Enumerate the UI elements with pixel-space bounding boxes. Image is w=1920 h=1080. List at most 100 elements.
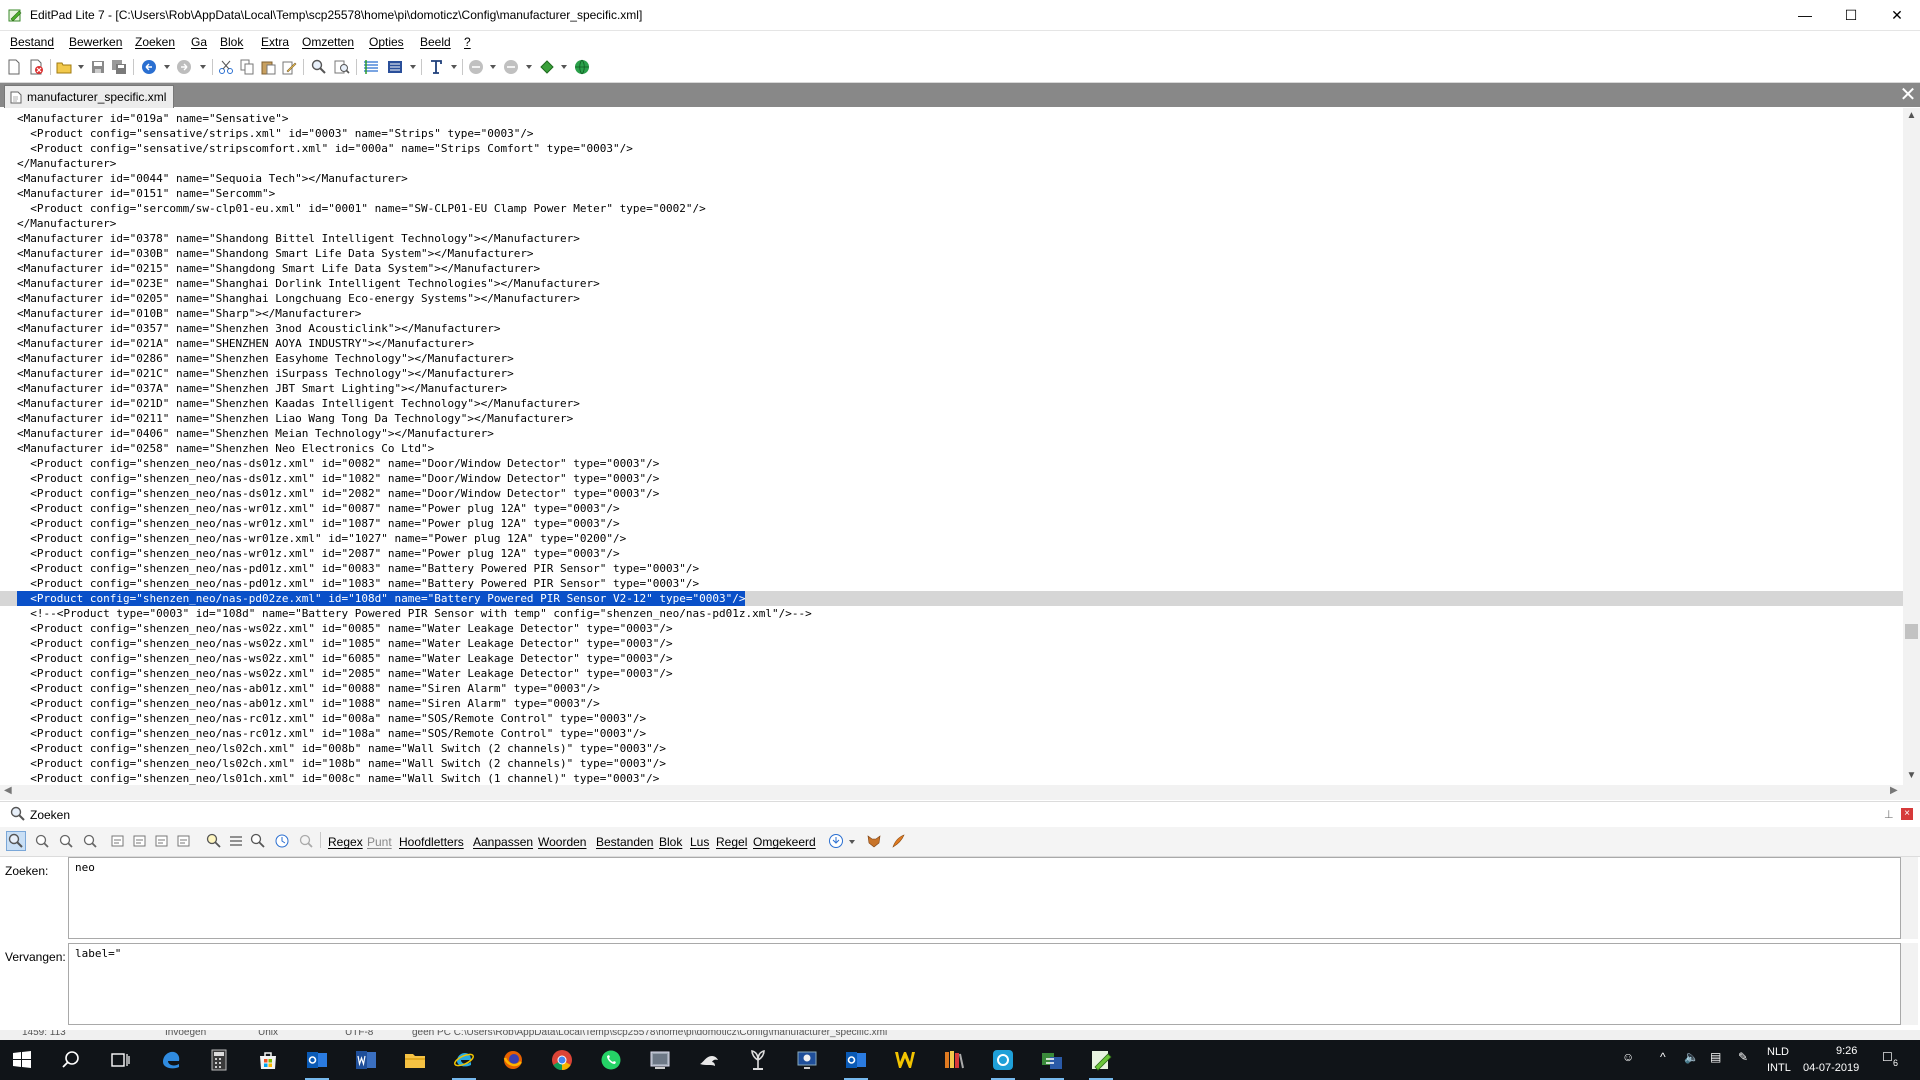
scroll-right-arrow-icon[interactable]: ▶ — [1890, 785, 1898, 796]
replace-input[interactable]: label=" — [68, 943, 1901, 1025]
status-line-endings[interactable]: Unix — [258, 1030, 278, 1038]
plant-app-icon[interactable] — [744, 1046, 772, 1074]
code-line[interactable]: <Manufacturer id="0357" name="Shenzhen 3… — [0, 321, 1903, 336]
code-line[interactable]: </Manufacturer> — [0, 216, 1903, 231]
next-file-icon[interactable] — [502, 58, 520, 76]
clock-time[interactable]: 9:26 — [1836, 1045, 1857, 1057]
code-line[interactable]: <Manufacturer id="010B" name="Sharp"></M… — [0, 306, 1903, 321]
editor-vertical-scrollbar[interactable] — [1903, 108, 1920, 785]
menu-bestand[interactable]: Bestand — [10, 35, 54, 49]
font-icon[interactable] — [427, 58, 445, 76]
quickassist-icon[interactable] — [989, 1046, 1017, 1080]
option-lus[interactable]: Lus — [690, 835, 709, 849]
scroll-down-arrow-icon[interactable]: ▼ — [1903, 770, 1920, 784]
vertical-scroll-thumb[interactable] — [1905, 624, 1918, 639]
network-drive-icon[interactable] — [646, 1046, 674, 1074]
menu-omzetten[interactable]: Omzetten — [302, 35, 354, 49]
next-file-dropdown-icon[interactable] — [526, 65, 532, 69]
code-line[interactable]: <Product config="sensative/strips.xml" i… — [0, 126, 1903, 141]
code-line[interactable]: <Manufacturer id="0211" name="Shenzhen L… — [0, 411, 1903, 426]
clipboard-icon[interactable] — [538, 58, 556, 76]
outlook-second-icon[interactable] — [842, 1046, 870, 1080]
task-view-icon[interactable] — [106, 1046, 134, 1074]
close-file-icon[interactable] — [27, 58, 45, 76]
dragon-app-icon[interactable] — [695, 1046, 723, 1074]
status-encoding[interactable]: UTF-8 — [345, 1030, 373, 1038]
search-history-icon[interactable] — [272, 831, 292, 851]
pin-panel-icon[interactable]: ⊥ — [1884, 808, 1894, 821]
clock-date[interactable]: 04-07-2019 — [1803, 1062, 1859, 1074]
option-aanpassen[interactable]: Aanpassen — [473, 835, 533, 849]
new-file-icon[interactable] — [5, 58, 23, 76]
scroll-up-arrow-icon[interactable]: ▲ — [1903, 110, 1920, 124]
close-window-button[interactable]: ✕ — [1874, 0, 1920, 30]
chrome-icon[interactable] — [548, 1046, 576, 1074]
clear-search-icon[interactable] — [296, 831, 316, 851]
replace-next-icon[interactable] — [130, 831, 150, 851]
previous-file-icon[interactable] — [467, 58, 485, 76]
code-line[interactable]: <Manufacturer id="0258" name="Shenzhen N… — [0, 441, 1903, 456]
menu-help[interactable]: ? — [464, 35, 471, 49]
minimize-button[interactable]: — — [1782, 0, 1828, 30]
web-globe-icon[interactable] — [573, 58, 591, 76]
code-line[interactable]: <Manufacturer id="0406" name="Shenzhen M… — [0, 426, 1903, 441]
code-line[interactable]: <Product config="shenzen_neo/nas-wr01z.x… — [0, 516, 1903, 531]
editor-horizontal-scrollbar[interactable] — [0, 785, 1920, 800]
code-line[interactable]: <Manufacturer id="0151" name="Sercomm"> — [0, 186, 1903, 201]
calculator-icon[interactable] — [205, 1046, 233, 1074]
feather-icon[interactable] — [888, 831, 908, 851]
code-line[interactable]: <Manufacturer id="021D" name="Shenzhen K… — [0, 396, 1903, 411]
close-tab-button[interactable]: ✕ — [1898, 84, 1918, 106]
replace-all-icon[interactable] — [174, 831, 194, 851]
insert-file-icon[interactable] — [362, 58, 380, 76]
editpad-taskbar-icon[interactable] — [1087, 1046, 1115, 1080]
replace-icon[interactable] — [108, 831, 128, 851]
code-line[interactable]: <Manufacturer id="030B" name="Shandong S… — [0, 246, 1903, 261]
edit-pencil-icon[interactable] — [280, 58, 298, 76]
find-input-scrollbar[interactable] — [1901, 857, 1918, 939]
option-punt[interactable]: Punt — [367, 835, 392, 849]
volume-icon[interactable]: 🔈 — [1684, 1050, 1699, 1064]
pen-icon[interactable]: ✎ — [1738, 1050, 1748, 1064]
code-line[interactable]: <Product config="shenzen_neo/nas-ws02z.x… — [0, 666, 1903, 681]
code-line[interactable]: <Manufacturer id="023E" name="Shanghai D… — [0, 276, 1903, 291]
outlook-icon[interactable] — [303, 1046, 331, 1080]
find-previous-icon[interactable] — [80, 831, 100, 851]
search-scope-dropdown-icon[interactable] — [849, 840, 855, 844]
word-icon[interactable] — [352, 1046, 380, 1074]
find-first-icon[interactable] — [32, 831, 52, 851]
code-line[interactable]: <Product config="shenzen_neo/ls02ch.xml"… — [0, 756, 1903, 771]
previous-file-dropdown-icon[interactable] — [490, 65, 496, 69]
fold-lines-icon[interactable] — [226, 831, 246, 851]
whatsapp-icon[interactable] — [597, 1046, 625, 1074]
line-spacing-icon[interactable] — [386, 58, 404, 76]
menu-extra[interactable]: Extra — [261, 35, 289, 49]
code-line[interactable]: <Manufacturer id="0286" name="Shenzhen E… — [0, 351, 1903, 366]
language-indicator[interactable]: NLD — [1767, 1046, 1789, 1058]
notifications-icon[interactable]: ☐ — [1882, 1050, 1893, 1064]
code-line[interactable]: <Product config="shenzen_neo/nas-ws02z.x… — [0, 621, 1903, 636]
start-windows-icon[interactable] — [8, 1046, 36, 1074]
line-spacing-dropdown-icon[interactable] — [410, 65, 416, 69]
selected-code-line[interactable]: <Product config="shenzen_neo/nas-pd02ze.… — [0, 591, 1903, 606]
editpad-app-icon[interactable] — [8, 8, 22, 22]
replace-input-scrollbar[interactable] — [1901, 943, 1918, 1025]
redo-dropdown-icon[interactable] — [200, 65, 206, 69]
menu-zoeken[interactable]: Zoeken — [135, 35, 175, 49]
highlight-matches-icon[interactable] — [204, 831, 224, 851]
find-next-icon[interactable] — [56, 831, 76, 851]
search-taskbar-icon[interactable] — [57, 1046, 85, 1074]
find-icon[interactable] — [310, 58, 328, 76]
firefox-icon[interactable] — [499, 1046, 527, 1074]
save-all-icon[interactable] — [110, 58, 128, 76]
undo-icon[interactable] — [140, 58, 158, 76]
wordpad-w-icon[interactable] — [891, 1046, 919, 1074]
code-line[interactable]: <Product config="shenzen_neo/nas-wr01z.x… — [0, 501, 1903, 516]
file-explorer-icon[interactable] — [401, 1046, 429, 1074]
code-line[interactable]: <Product config="shenzen_neo/nas-pd01z.x… — [0, 561, 1903, 576]
code-line[interactable]: <Product config="shenzen_neo/nas-ds01z.x… — [0, 486, 1903, 501]
paste-icon[interactable] — [259, 58, 277, 76]
code-line[interactable]: <Product config="sensative/stripscomfort… — [0, 141, 1903, 156]
count-matches-icon[interactable] — [248, 831, 268, 851]
remote-desktop-icon[interactable] — [793, 1046, 821, 1074]
